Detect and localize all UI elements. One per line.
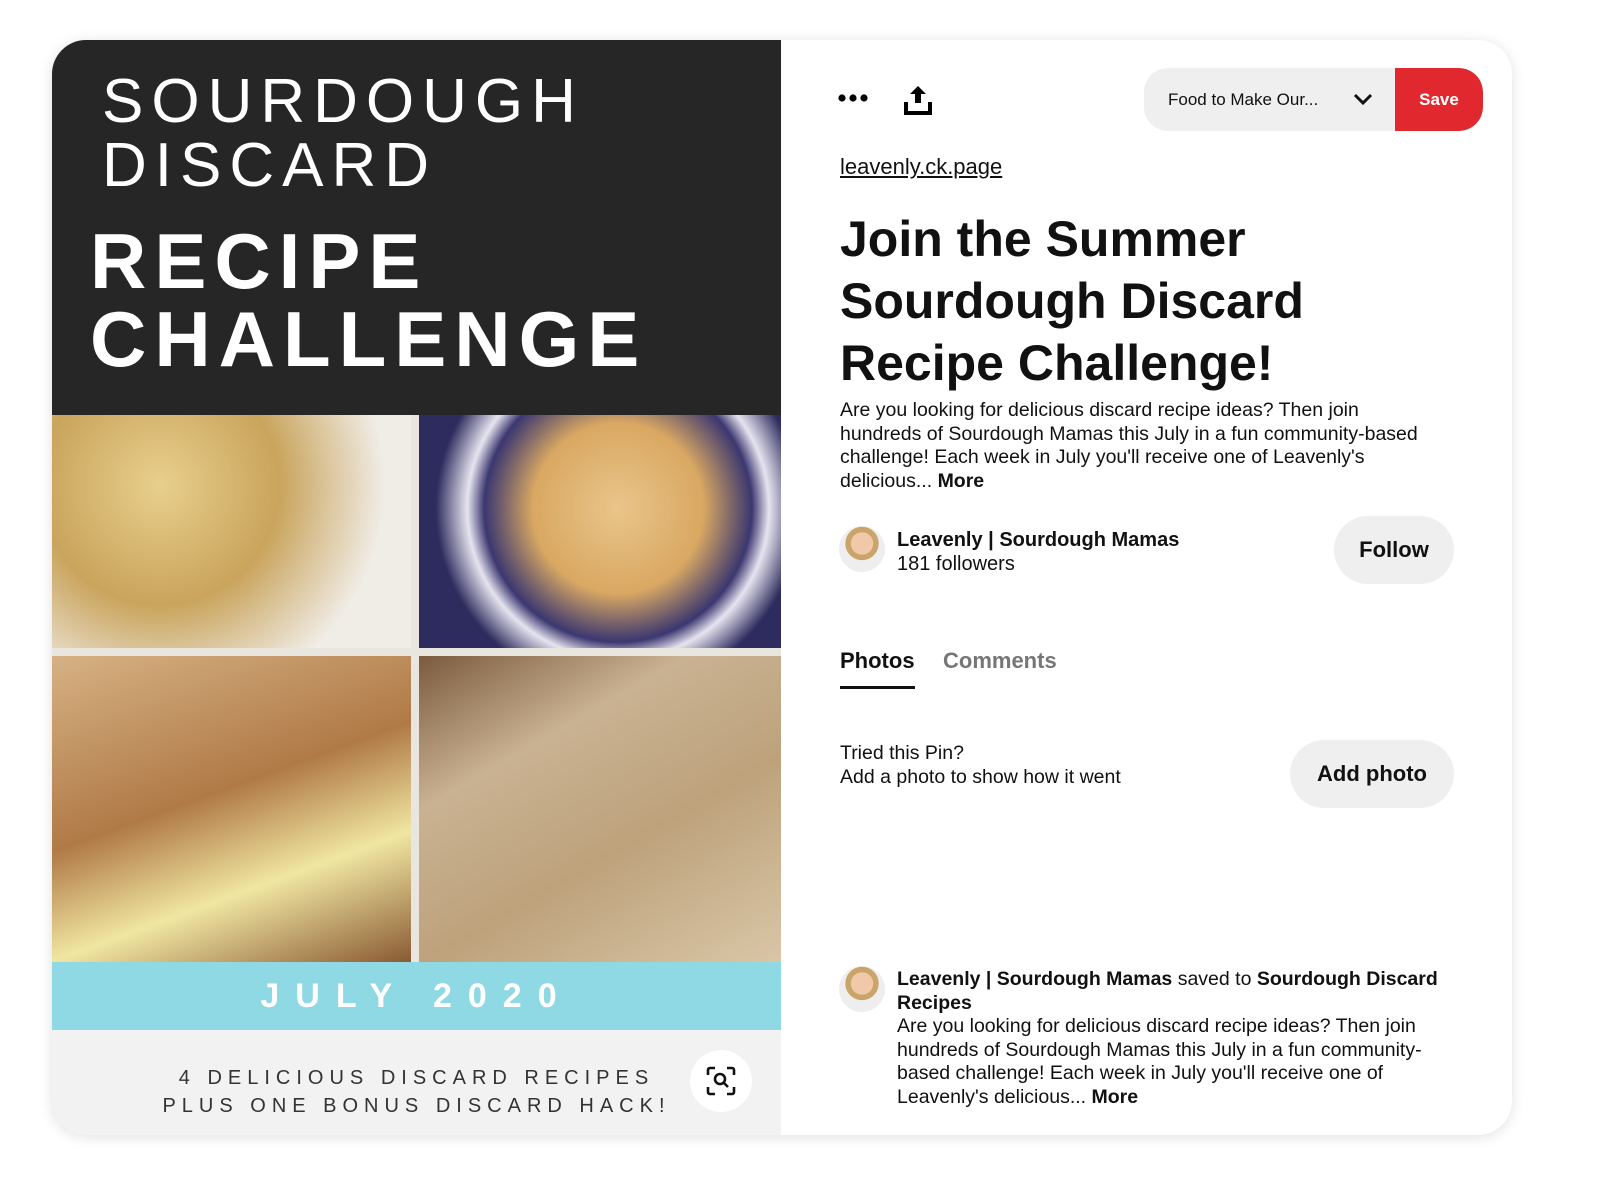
photo-collage [52,415,781,962]
pin-text: DISCARD [102,131,438,200]
pin-title: Join the Summer Sourdough Discard Recipe… [840,211,1304,391]
ellipsis-icon [838,94,868,102]
tab-photos[interactable]: Photos [840,648,915,689]
board-name: Food to Make Our... [1168,90,1319,109]
activity-item: Leavenly | Sourdough Mamas saved to Sour… [897,968,1442,1109]
pin-image[interactable]: SOURDOUGH DISCARD RECIPE CHALLENGE JULY 20… [52,40,781,1135]
pin-text: SOURDOUGH [102,67,584,136]
pin-description: Are you looking for delicious discard re… [840,399,1440,493]
pin-card: SOURDOUGH DISCARD RECIPE CHALLENGE JULY 20… [52,40,1512,1135]
more-link[interactable]: More [1092,1086,1139,1108]
save-button[interactable]: Save [1395,68,1483,131]
pin-band: JULY 2020 [52,962,781,1030]
pin-image-header: SOURDOUGH DISCARD RECIPE CHALLENGE [52,40,781,415]
pin-text: 4 DELICIOUS DISCARD RECIPES [178,1067,655,1089]
pin-text: PLUS ONE BONUS DISCARD HACK! [162,1095,671,1117]
pin-footer: 4 DELICIOUS DISCARD RECIPES PLUS ONE BONU… [52,1030,781,1135]
tried-title: Tried this Pin? [840,742,964,764]
activity-verb: saved to [1177,968,1252,990]
chevron-down-icon [1353,93,1373,106]
creator-name[interactable]: Leavenly | Sourdough Mamas [897,528,1179,552]
avatar[interactable] [839,966,885,1012]
more-options-button[interactable] [837,88,869,113]
tried-pin-prompt: Tried this Pin? Add a photo to show how … [840,741,1121,789]
avatar[interactable] [839,526,885,572]
muffins-photo [52,415,411,648]
tab-comments[interactable]: Comments [943,648,1057,674]
share-upload-icon [904,86,932,115]
description-text: Are you looking for delicious discard re… [840,399,1418,492]
waffles-photo [419,415,781,648]
board-selector[interactable]: Food to Make Our... Save [1144,68,1483,131]
activity-text: Are you looking for delicious discard re… [897,1015,1422,1108]
pin-details: Food to Make Our... Save leavenly.ck.pag… [781,40,1512,1135]
tried-subtitle: Add a photo to show how it went [840,766,1121,788]
creator-info: Leavenly | Sourdough Mamas 181 followers [897,528,1179,576]
pin-text: RECIPE [90,217,429,305]
source-link[interactable]: leavenly.ck.page [840,154,1002,180]
more-link[interactable]: More [938,470,985,492]
visual-search-button[interactable] [690,1050,752,1112]
pin-text: CHALLENGE [90,295,648,383]
coffee-biscuit-photo [52,656,411,962]
bread-photo [419,656,781,962]
follower-count: 181 followers [897,553,1015,575]
add-photo-button[interactable]: Add photo [1290,740,1454,808]
visual-search-icon [706,1066,736,1096]
share-button[interactable] [903,84,933,121]
follow-button[interactable]: Follow [1334,516,1454,584]
activity-user[interactable]: Leavenly | Sourdough Mamas [897,968,1172,990]
